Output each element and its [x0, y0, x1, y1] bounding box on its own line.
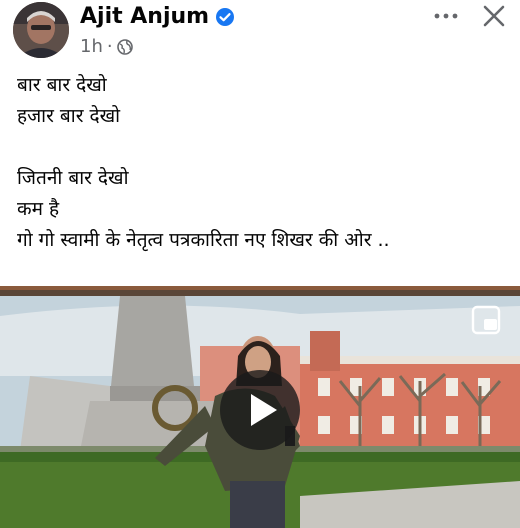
- post-time[interactable]: 1h: [80, 36, 103, 57]
- globe-icon[interactable]: [116, 38, 133, 55]
- more-options-icon[interactable]: [432, 2, 460, 30]
- picture-in-picture-icon[interactable]: [470, 304, 502, 336]
- post-header: Ajit Anjum 1h ·: [0, 0, 520, 62]
- author-name-text[interactable]: Ajit Anjum: [80, 4, 209, 29]
- avatar-photo: [13, 2, 69, 58]
- post-line: कम है: [17, 198, 60, 220]
- post-line: हजार बार देखो: [17, 105, 121, 127]
- meta-separator: ·: [106, 36, 113, 57]
- post-line: गो गो स्वामी के नेतृत्व पत्रकारिता नए शि…: [17, 229, 390, 251]
- play-button[interactable]: [220, 370, 300, 450]
- verified-badge-icon: [216, 7, 235, 26]
- avatar[interactable]: [13, 2, 69, 58]
- author-name[interactable]: Ajit Anjum: [80, 4, 235, 29]
- post-line-blank: [17, 132, 507, 163]
- post-meta: 1h ·: [80, 36, 133, 57]
- post-text: बार बार देखो हजार बार देखो जितनी बार देख…: [17, 70, 507, 256]
- post-line: जितनी बार देखो: [17, 167, 129, 189]
- post-line: बार बार देखो: [17, 74, 107, 96]
- close-icon[interactable]: [480, 2, 508, 30]
